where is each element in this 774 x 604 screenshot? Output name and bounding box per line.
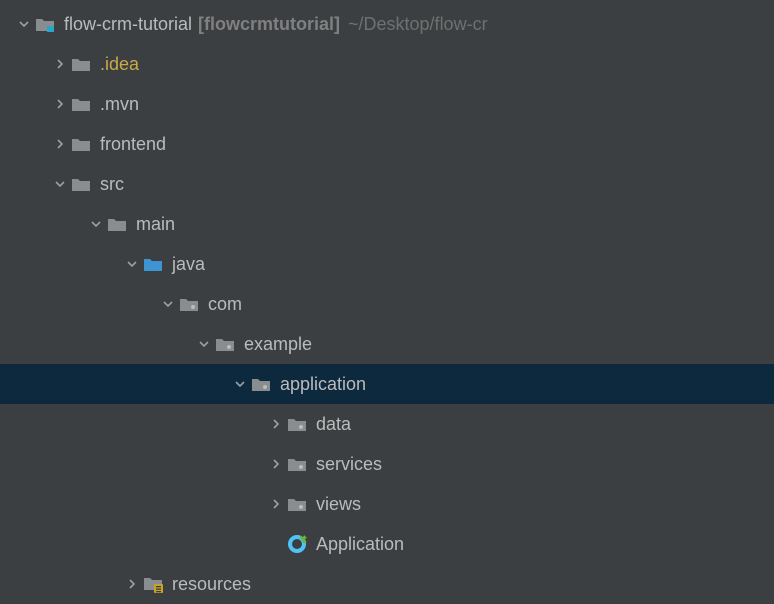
spring-boot-icon <box>286 533 308 555</box>
chevron-down-icon <box>14 18 34 30</box>
tree-row-java[interactable]: java <box>0 244 774 284</box>
tree-row-app-class[interactable]: Application <box>0 524 774 564</box>
tree-label: com <box>208 294 242 315</box>
folder-icon <box>70 53 92 75</box>
tree-row-views[interactable]: views <box>0 484 774 524</box>
tree-label: resources <box>172 574 251 595</box>
tree-label: application <box>280 374 366 395</box>
tree-row-resources[interactable]: resources <box>0 564 774 604</box>
package-icon <box>214 333 236 355</box>
tree-label: .mvn <box>100 94 139 115</box>
package-icon <box>250 373 272 395</box>
tree-row-src[interactable]: src <box>0 164 774 204</box>
package-icon <box>178 293 200 315</box>
tree-row-com[interactable]: com <box>0 284 774 324</box>
tree-label: Application <box>316 534 404 555</box>
tree-row-idea[interactable]: .idea <box>0 44 774 84</box>
tree-row-data[interactable]: data <box>0 404 774 444</box>
package-icon <box>286 453 308 475</box>
chevron-down-icon <box>122 258 142 270</box>
tree-label: main <box>136 214 175 235</box>
tree-row-application[interactable]: application <box>0 364 774 404</box>
chevron-right-icon <box>266 458 286 470</box>
tree-row-main[interactable]: main <box>0 204 774 244</box>
tree-label: services <box>316 454 382 475</box>
tree-row-root[interactable]: flow-crm-tutorial [flowcrmtutorial] ~/De… <box>0 4 774 44</box>
project-tree[interactable]: flow-crm-tutorial [flowcrmtutorial] ~/De… <box>0 0 774 604</box>
tree-label: data <box>316 414 351 435</box>
chevron-right-icon <box>122 578 142 590</box>
tree-row-services[interactable]: services <box>0 444 774 484</box>
tree-label: views <box>316 494 361 515</box>
chevron-right-icon <box>50 58 70 70</box>
folder-icon <box>106 213 128 235</box>
chevron-right-icon <box>266 498 286 510</box>
tree-label: .idea <box>100 54 139 75</box>
module-name: [flowcrmtutorial] <box>198 14 340 35</box>
resources-folder-icon <box>142 573 164 595</box>
chevron-down-icon <box>230 378 250 390</box>
tree-row-mvn[interactable]: .mvn <box>0 84 774 124</box>
tree-label: src <box>100 174 124 195</box>
project-path: ~/Desktop/flow-cr <box>348 14 488 35</box>
tree-row-frontend[interactable]: frontend <box>0 124 774 164</box>
package-icon <box>286 493 308 515</box>
chevron-right-icon <box>266 418 286 430</box>
tree-row-example[interactable]: example <box>0 324 774 364</box>
folder-icon <box>70 133 92 155</box>
chevron-right-icon <box>50 98 70 110</box>
tree-label: example <box>244 334 312 355</box>
source-folder-icon <box>142 253 164 275</box>
chevron-down-icon <box>194 338 214 350</box>
chevron-down-icon <box>158 298 178 310</box>
chevron-down-icon <box>50 178 70 190</box>
package-icon <box>286 413 308 435</box>
tree-label: frontend <box>100 134 166 155</box>
folder-icon <box>70 173 92 195</box>
module-folder-icon <box>34 13 56 35</box>
folder-icon <box>70 93 92 115</box>
chevron-down-icon <box>86 218 106 230</box>
tree-label: flow-crm-tutorial <box>64 14 192 35</box>
chevron-right-icon <box>50 138 70 150</box>
tree-label: java <box>172 254 205 275</box>
